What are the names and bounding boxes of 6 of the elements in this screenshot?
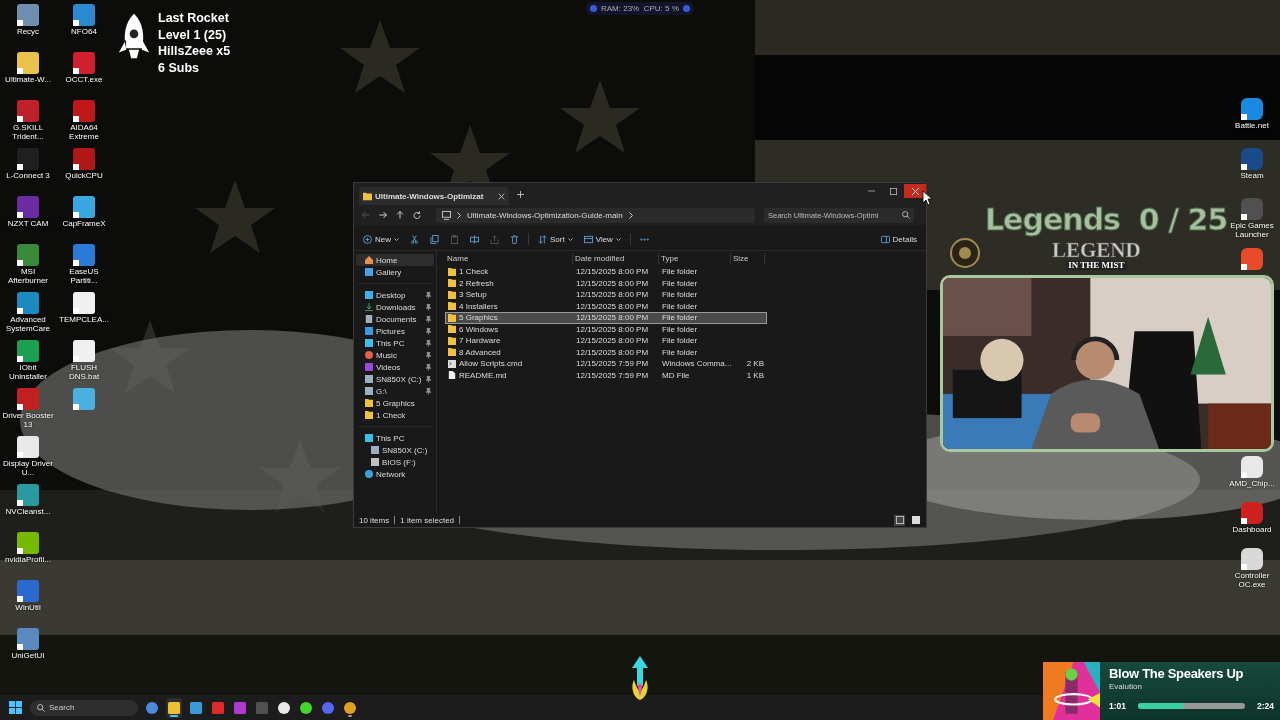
total-time: 2:24 <box>1257 701 1274 711</box>
search-icon <box>37 703 45 712</box>
start-icon[interactable] <box>9 701 22 714</box>
search-field[interactable]: Search <box>30 699 138 716</box>
elapsed-time: 1:01 <box>1109 701 1126 711</box>
taskbar-app-button[interactable] <box>166 697 182 718</box>
